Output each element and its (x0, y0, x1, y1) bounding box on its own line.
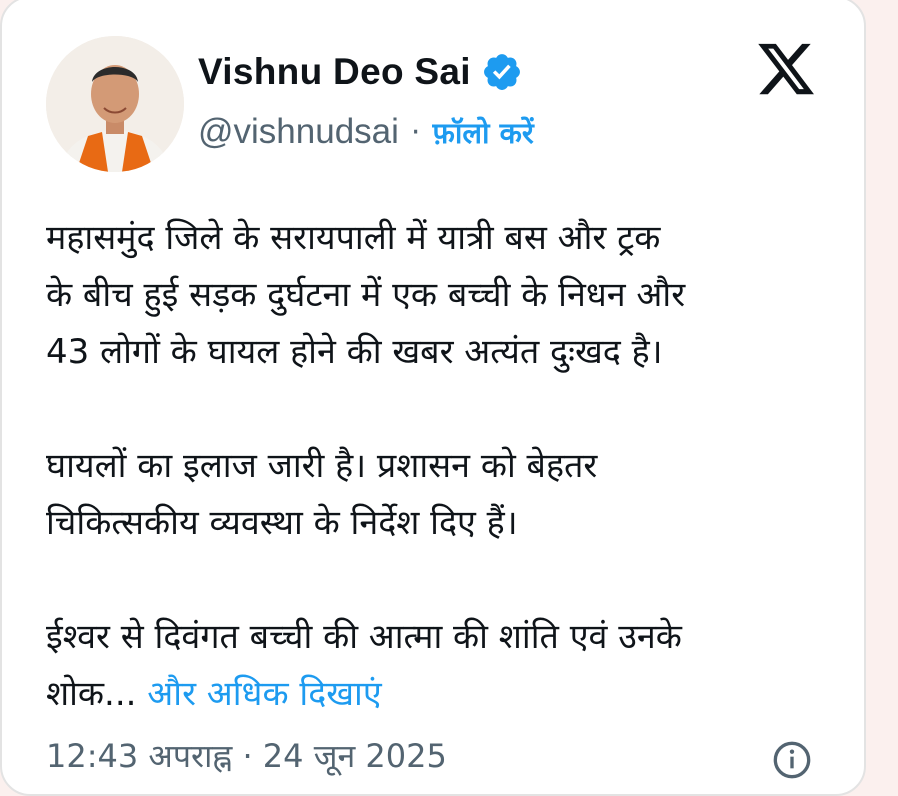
info-icon[interactable] (772, 740, 812, 780)
author-handle[interactable]: @vishnudsai (198, 112, 399, 152)
post-text: महासमुंद जिले के सरायपाली में यात्री बस … (46, 210, 846, 723)
post-card[interactable]: Vishnu Deo Sai @vishnudsai · फ़ॉलो करें … (0, 0, 866, 796)
post-paragraph-2: घायलों का इलाज जारी है। प्रशासन को बेहतर… (46, 446, 598, 543)
author-name[interactable]: Vishnu Deo Sai (198, 51, 471, 93)
separator-dot: · (410, 114, 421, 150)
show-more-link[interactable]: और अधिक दिखाएं (147, 674, 381, 714)
follow-button[interactable]: फ़ॉलो करें (432, 113, 533, 152)
post-paragraph-3: ईश्वर से दिवंगत बच्ची की आत्मा की शांति … (46, 609, 846, 723)
x-logo-icon[interactable] (754, 38, 818, 100)
avatar-image (46, 36, 184, 172)
post-timestamp[interactable]: 12:43 अपराह्न · 24 जून 2025 (46, 734, 447, 777)
avatar[interactable] (46, 36, 184, 172)
verified-badge-icon (483, 54, 520, 90)
post-paragraph-1: महासमुंद जिले के सरायपाली में यात्री बस … (46, 218, 686, 372)
